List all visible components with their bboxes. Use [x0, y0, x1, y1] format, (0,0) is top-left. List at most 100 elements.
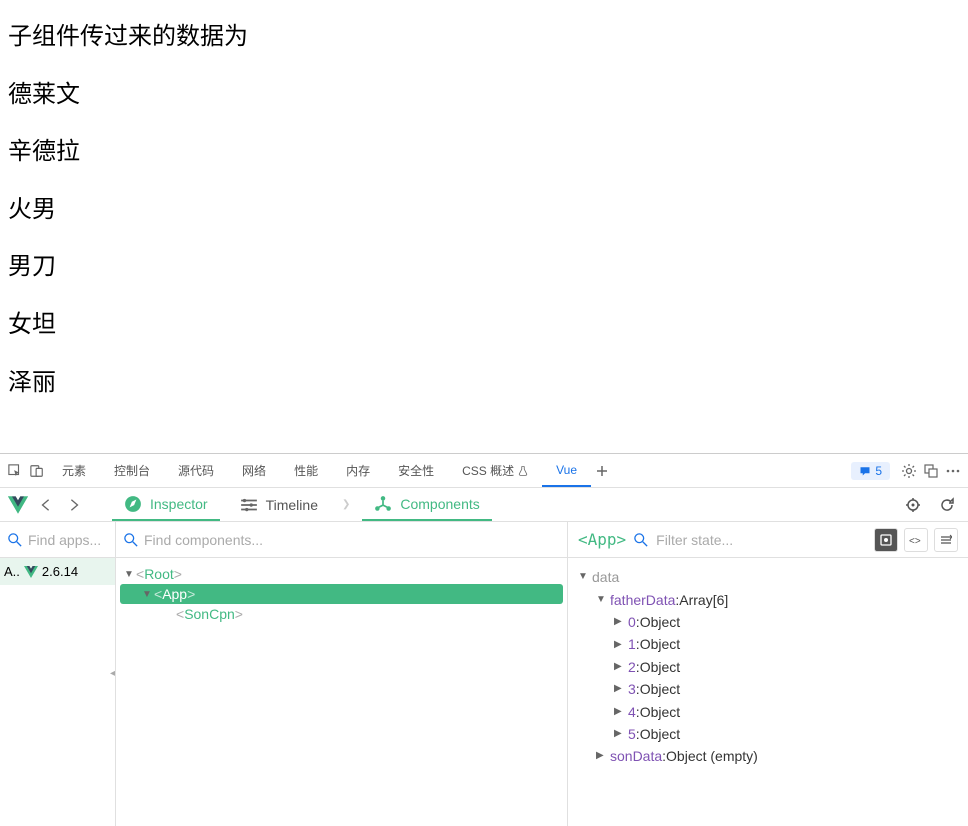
app-version: 2.6.14	[42, 564, 78, 579]
settings-icon[interactable]	[898, 460, 920, 482]
state-value: Object	[640, 678, 680, 700]
issues-badge[interactable]: 5	[851, 462, 890, 480]
expand-arrow-icon: ▼	[596, 592, 610, 608]
tab-css-overview[interactable]: CSS 概述	[448, 454, 542, 487]
state-key-fatherdata[interactable]: ▼ fatherData: Array[6]	[578, 589, 958, 611]
list-item: 火男	[8, 193, 968, 227]
state-key: 2	[628, 656, 636, 678]
state-key: 4	[628, 701, 636, 723]
state-value: Object	[640, 633, 680, 655]
vue-tab-timeline-label: Timeline	[266, 497, 318, 513]
chevron-separator-icon: ❯	[338, 499, 354, 510]
device-toggle-icon[interactable]	[26, 460, 48, 482]
forward-arrow-icon[interactable]	[64, 495, 84, 515]
expand-arrow-icon: ▶	[614, 614, 628, 630]
expand-arrow-icon: ▶	[596, 748, 610, 764]
state-key-sondata[interactable]: ▶ sonData: Object (empty)	[578, 745, 958, 767]
expand-arrow-icon: ▶	[614, 704, 628, 720]
tab-performance[interactable]: 性能	[280, 454, 332, 487]
tree-node-app[interactable]: ▼ <App>	[120, 584, 563, 604]
state-value: Object	[640, 656, 680, 678]
state-tree: ▼ data ▼ fatherData: Array[6] ▶0: Object…	[568, 558, 968, 776]
components-icon	[374, 495, 392, 513]
state-array-item[interactable]: ▶3: Object	[578, 678, 958, 700]
expand-arrow-icon: ▼	[578, 569, 592, 585]
page-heading: 子组件传过来的数据为	[8, 20, 968, 54]
timeline-icon	[240, 496, 258, 514]
components-column: ◂ ▼ <Root> ▼ <App> <SonCpn>	[116, 522, 568, 826]
tab-security[interactable]: 安全性	[384, 454, 448, 487]
search-icon	[8, 533, 22, 547]
apps-search-input[interactable]	[28, 532, 107, 548]
compass-icon	[124, 495, 142, 513]
vue-devtools-header: Inspector Timeline ❯ Components	[0, 488, 968, 522]
tab-elements[interactable]: 元素	[48, 454, 100, 487]
locate-icon[interactable]	[900, 492, 926, 518]
tab-sources[interactable]: 源代码	[164, 454, 228, 487]
state-section-label: data	[592, 566, 619, 588]
state-value: Object	[640, 723, 680, 745]
state-key: 1	[628, 633, 636, 655]
vue-tab-components[interactable]: Components	[362, 488, 491, 521]
components-search-row	[116, 522, 567, 558]
state-column: <App> <> ▼ data	[568, 522, 968, 826]
state-array-item[interactable]: ▶4: Object	[578, 701, 958, 723]
inspect-element-icon[interactable]	[4, 460, 26, 482]
state-value: Object (empty)	[666, 745, 758, 767]
vue-logo-icon	[8, 495, 28, 515]
search-icon	[634, 533, 648, 547]
state-array-item[interactable]: ▶1: Object	[578, 633, 958, 655]
page-content: 子组件传过来的数据为 德莱文 辛德拉 火男 男刀 女坦 泽丽	[0, 0, 968, 453]
dock-icon[interactable]	[920, 460, 942, 482]
more-icon[interactable]	[942, 460, 964, 482]
app-item[interactable]: A.. 2.6.14	[0, 558, 115, 585]
state-menu-icon[interactable]	[934, 528, 958, 552]
app-label: A..	[4, 564, 20, 579]
state-section-data[interactable]: ▼ data	[578, 566, 958, 588]
add-tab-icon[interactable]	[591, 460, 613, 482]
tab-vue[interactable]: Vue	[542, 454, 591, 487]
tab-memory[interactable]: 内存	[332, 454, 384, 487]
tree-node-root[interactable]: ▼ <Root>	[120, 564, 563, 584]
vue-tab-inspector-label: Inspector	[150, 496, 208, 512]
state-array-item[interactable]: ▶2: Object	[578, 656, 958, 678]
scroll-to-component-icon[interactable]	[874, 528, 898, 552]
component-tree: ▼ <Root> ▼ <App> <SonCpn>	[116, 558, 567, 630]
devtools-tabstrip: 元素 控制台 源代码 网络 性能 内存 安全性 CSS 概述 Vue 5	[0, 454, 968, 488]
state-array-item[interactable]: ▶5: Object	[578, 723, 958, 745]
components-search-input[interactable]	[144, 532, 559, 548]
refresh-icon[interactable]	[934, 492, 960, 518]
expand-arrow-icon: ▶	[614, 659, 628, 675]
inspect-dom-icon[interactable]: <>	[904, 528, 928, 552]
issues-count: 5	[875, 464, 882, 478]
tab-console[interactable]: 控制台	[100, 454, 164, 487]
state-header: <App> <>	[568, 522, 968, 558]
vue-tab-inspector[interactable]: Inspector	[112, 488, 220, 521]
list-item: 辛德拉	[8, 135, 968, 169]
flask-icon	[518, 466, 528, 476]
tree-node-soncpn[interactable]: <SonCpn>	[120, 604, 563, 624]
vue-devtools-body: A.. 2.6.14 ◂ ▼ <Root> ▼ <App>	[0, 522, 968, 826]
tab-network[interactable]: 网络	[228, 454, 280, 487]
devtools-panel: 元素 控制台 源代码 网络 性能 内存 安全性 CSS 概述 Vue 5	[0, 453, 968, 826]
state-key: 5	[628, 723, 636, 745]
state-array-item[interactable]: ▶0: Object	[578, 611, 958, 633]
state-key: 0	[628, 611, 636, 633]
state-key: fatherData	[610, 589, 675, 611]
expand-arrow-icon: ▶	[614, 681, 628, 697]
list-item: 男刀	[8, 250, 968, 284]
selected-component-name: <App>	[578, 530, 626, 549]
vue-tab-components-label: Components	[400, 496, 479, 512]
expand-arrow-icon: ▶	[614, 637, 628, 653]
state-value: Object	[640, 611, 680, 633]
state-filter-input[interactable]	[656, 532, 866, 548]
collapse-handle-icon[interactable]: ◂	[110, 662, 122, 684]
vue-logo-icon	[24, 565, 38, 579]
vue-tab-timeline[interactable]: Timeline	[228, 488, 330, 521]
expand-arrow-icon: ▼	[142, 589, 154, 600]
list-item: 德莱文	[8, 78, 968, 112]
back-arrow-icon[interactable]	[36, 495, 56, 515]
expand-arrow-icon: ▶	[614, 726, 628, 742]
tree-node-label: App	[162, 586, 187, 602]
tree-node-label: Root	[144, 566, 174, 582]
